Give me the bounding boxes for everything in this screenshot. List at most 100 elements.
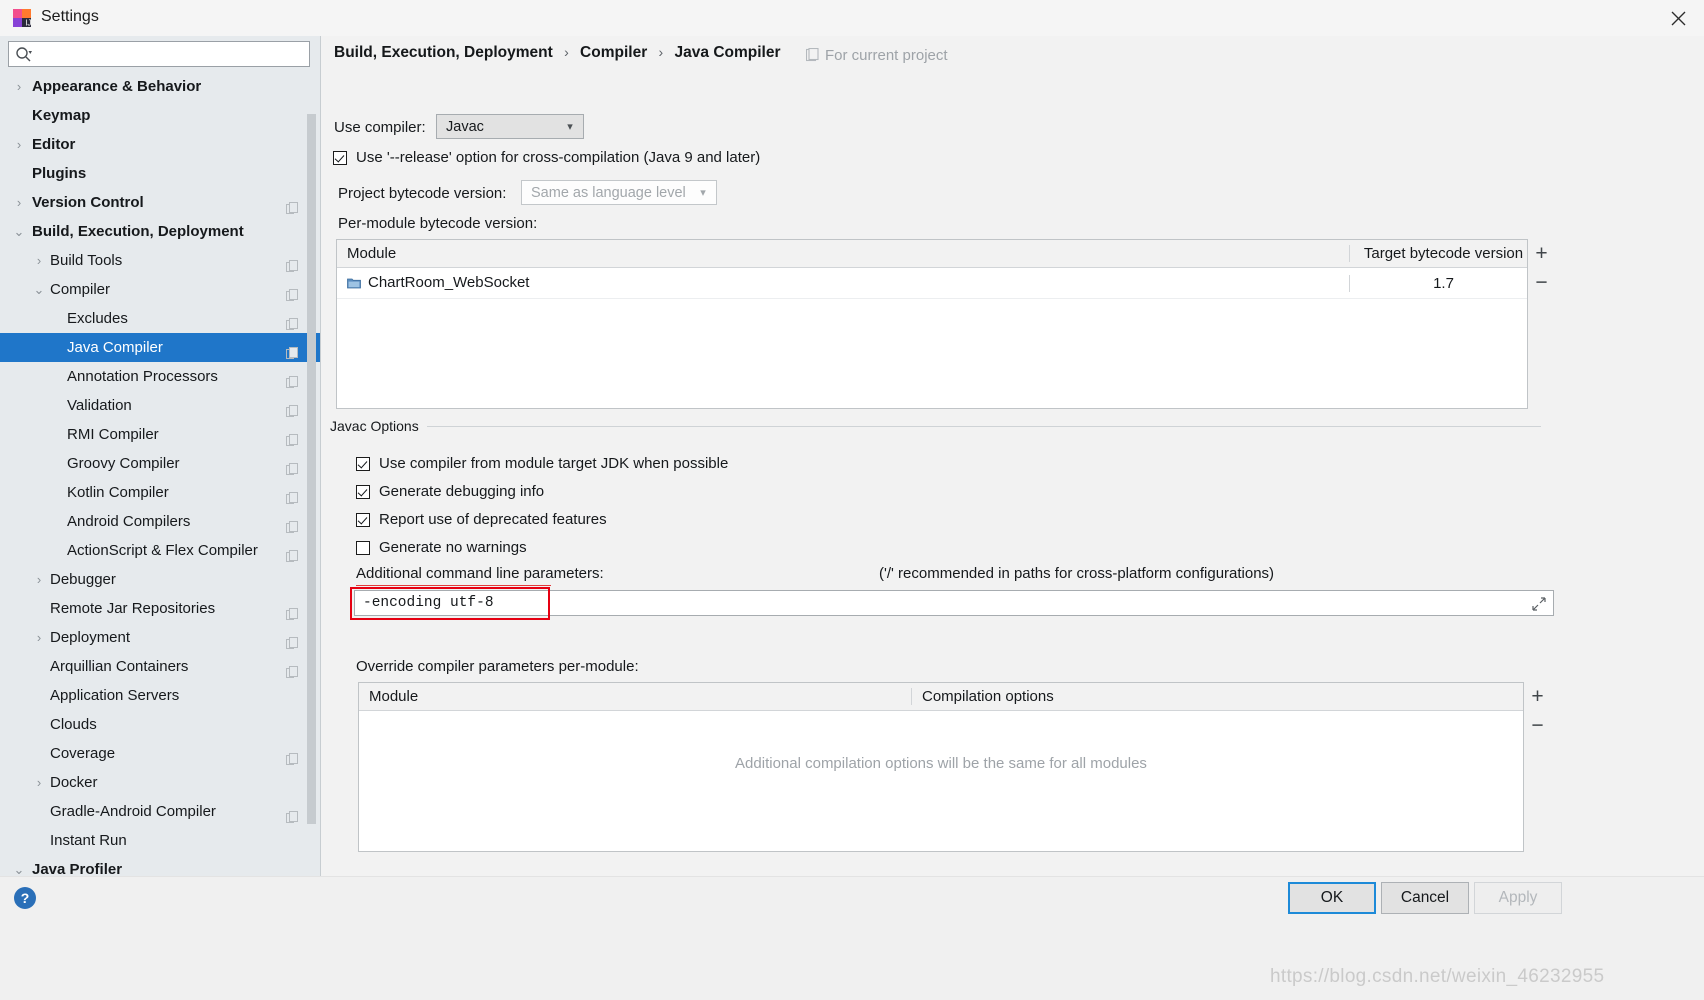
- chevron-right-icon[interactable]: ›: [32, 768, 46, 797]
- chevron-down-icon: ▾: [700, 187, 706, 199]
- sidebar-item-application-servers[interactable]: Application Servers: [0, 681, 320, 710]
- ok-button[interactable]: OK: [1288, 882, 1376, 914]
- sidebar-item-label: Compiler: [50, 281, 111, 298]
- search-input[interactable]: [41, 42, 307, 68]
- apply-button: Apply: [1474, 882, 1562, 914]
- checkbox-box: [356, 540, 370, 555]
- additional-params-input[interactable]: [355, 594, 1553, 612]
- sidebar-item-label: Plugins: [32, 165, 87, 182]
- sidebar-scrollbar-thumb[interactable]: [307, 114, 316, 824]
- sidebar-item-compiler[interactable]: ⌄ Compiler: [0, 275, 320, 304]
- sidebar-item-keymap[interactable]: Keymap: [0, 101, 320, 130]
- sidebar-item-label: Java Compiler: [67, 339, 163, 356]
- table-cell-target-bytecode: 1.7: [1349, 274, 1527, 292]
- use-compiler-label: Use compiler:: [334, 119, 426, 136]
- additional-params-field[interactable]: [354, 590, 1554, 616]
- sidebar-item-android-compilers[interactable]: Android Compilers: [0, 507, 320, 536]
- breadcrumb-separator-icon: ›: [564, 44, 569, 60]
- sidebar-item-label: Docker: [50, 774, 98, 791]
- sidebar-item-label: Android Compilers: [67, 513, 191, 530]
- chevron-right-icon[interactable]: ›: [12, 130, 26, 159]
- additional-params-label: Additional command line parameters:: [356, 565, 604, 582]
- sidebar-item-label: Groovy Compiler: [67, 455, 180, 472]
- chevron-down-icon[interactable]: ⌄: [12, 217, 26, 246]
- chevron-right-icon[interactable]: ›: [32, 246, 46, 275]
- sidebar-item-clouds[interactable]: Clouds: [0, 710, 320, 739]
- remove-module-button[interactable]: −: [1528, 268, 1555, 297]
- sidebar-item-groovy-compiler[interactable]: Groovy Compiler: [0, 449, 320, 478]
- use-compiler-dropdown[interactable]: Javac ▾: [436, 114, 584, 139]
- help-icon[interactable]: ?: [14, 887, 36, 909]
- sidebar-item-excludes[interactable]: Excludes: [0, 304, 320, 333]
- sidebar-item-deployment[interactable]: › Deployment: [0, 623, 320, 652]
- breadcrumb-part-2: Compiler: [580, 44, 648, 61]
- for-current-project-label: For current project: [805, 47, 948, 66]
- sidebar-item-instant-run[interactable]: Instant Run: [0, 826, 320, 855]
- override-params-table[interactable]: Module Compilation options Additional co…: [358, 682, 1524, 852]
- search-box[interactable]: [8, 41, 310, 68]
- table-header-compilation-options: Compilation options: [911, 688, 1523, 705]
- project-scope-icon: [805, 47, 819, 66]
- project-settings-icon: [286, 312, 298, 330]
- sidebar-item-remote-jar-repositories[interactable]: Remote Jar Repositories: [0, 594, 320, 623]
- sidebar-item-gradle-android-compiler[interactable]: Gradle-Android Compiler: [0, 797, 320, 826]
- project-settings-icon: [286, 631, 298, 649]
- per-module-bytecode-table[interactable]: Module Target bytecode version ChartRoom…: [336, 239, 1528, 409]
- per-module-bytecode-label: Per-module bytecode version:: [338, 215, 538, 232]
- table-row[interactable]: ChartRoom_WebSocket 1.7: [337, 268, 1527, 299]
- add-override-button[interactable]: +: [1524, 682, 1551, 711]
- sidebar-item-label: RMI Compiler: [67, 426, 159, 443]
- chevron-right-icon[interactable]: ›: [32, 565, 46, 594]
- sidebar-item-label: Build Tools: [50, 252, 123, 269]
- sidebar-item-label: Kotlin Compiler: [67, 484, 169, 501]
- generate-no-warnings-checkbox[interactable]: Generate no warnings: [356, 539, 527, 556]
- cancel-button[interactable]: Cancel: [1381, 882, 1469, 914]
- sidebar-item-label: Appearance & Behavior: [32, 78, 202, 95]
- sidebar-item-build-execution-deployment[interactable]: ⌄ Build, Execution, Deployment: [0, 217, 320, 246]
- sidebar-item-annotation-processors[interactable]: Annotation Processors: [0, 362, 320, 391]
- chevron-right-icon[interactable]: ›: [12, 72, 26, 101]
- sidebar-item-appearance-behavior[interactable]: › Appearance & Behavior: [0, 72, 320, 101]
- report-deprecated-checkbox[interactable]: Report use of deprecated features: [356, 511, 607, 528]
- sidebar-item-label: Keymap: [32, 107, 91, 124]
- close-icon[interactable]: [1652, 0, 1704, 36]
- chevron-right-icon[interactable]: ›: [32, 623, 46, 652]
- sidebar-item-plugins[interactable]: Plugins: [0, 159, 320, 188]
- search-icon: [15, 46, 33, 68]
- sidebar-item-version-control[interactable]: › Version Control: [0, 188, 320, 217]
- sidebar-item-docker[interactable]: › Docker: [0, 768, 320, 797]
- chevron-down-icon[interactable]: ⌄: [32, 275, 46, 304]
- sidebar-item-label: ActionScript & Flex Compiler: [67, 542, 258, 559]
- project-settings-icon: [286, 341, 298, 359]
- generate-debugging-info-checkbox[interactable]: Generate debugging info: [356, 483, 544, 500]
- module-table-buttons: + −: [1528, 239, 1555, 297]
- sidebar-item-build-tools[interactable]: › Build Tools: [0, 246, 320, 275]
- chevron-down-icon[interactable]: ⌄: [12, 855, 26, 876]
- sidebar-item-actionscript-flex-compiler[interactable]: ActionScript & Flex Compiler: [0, 536, 320, 565]
- group-divider: [417, 426, 1541, 427]
- sidebar-item-rmi-compiler[interactable]: RMI Compiler: [0, 420, 320, 449]
- chevron-down-icon: ▾: [567, 121, 573, 133]
- sidebar-item-debugger[interactable]: › Debugger: [0, 565, 320, 594]
- project-settings-icon: [286, 486, 298, 504]
- project-bytecode-dropdown[interactable]: Same as language level ▾: [521, 180, 717, 205]
- use-release-option-checkbox[interactable]: Use '--release' option for cross-compila…: [333, 149, 760, 166]
- use-compiler-from-jdk-checkbox[interactable]: Use compiler from module target JDK when…: [356, 455, 728, 472]
- settings-tree[interactable]: › Appearance & Behavior Keymap › Editor Plugi…: [0, 72, 320, 876]
- sidebar-item-validation[interactable]: Validation: [0, 391, 320, 420]
- sidebar-item-arquillian-containers[interactable]: Arquillian Containers: [0, 652, 320, 681]
- checkbox-label: Generate debugging info: [379, 483, 545, 500]
- expand-editor-icon[interactable]: [1532, 597, 1546, 615]
- sidebar-item-kotlin-compiler[interactable]: Kotlin Compiler: [0, 478, 320, 507]
- window-title: Settings: [41, 8, 99, 25]
- sidebar-item-coverage[interactable]: Coverage: [0, 739, 320, 768]
- remove-override-button[interactable]: −: [1524, 711, 1551, 740]
- project-settings-icon: [286, 283, 298, 301]
- project-settings-icon: [286, 602, 298, 620]
- sidebar-item-java-profiler[interactable]: ⌄ Java Profiler: [0, 855, 320, 876]
- sidebar-item-java-compiler[interactable]: Java Compiler: [0, 333, 320, 362]
- sidebar-scrollbar-track[interactable]: [307, 74, 318, 874]
- sidebar-item-editor[interactable]: › Editor: [0, 130, 320, 159]
- chevron-right-icon[interactable]: ›: [12, 188, 26, 217]
- add-module-button[interactable]: +: [1528, 239, 1555, 268]
